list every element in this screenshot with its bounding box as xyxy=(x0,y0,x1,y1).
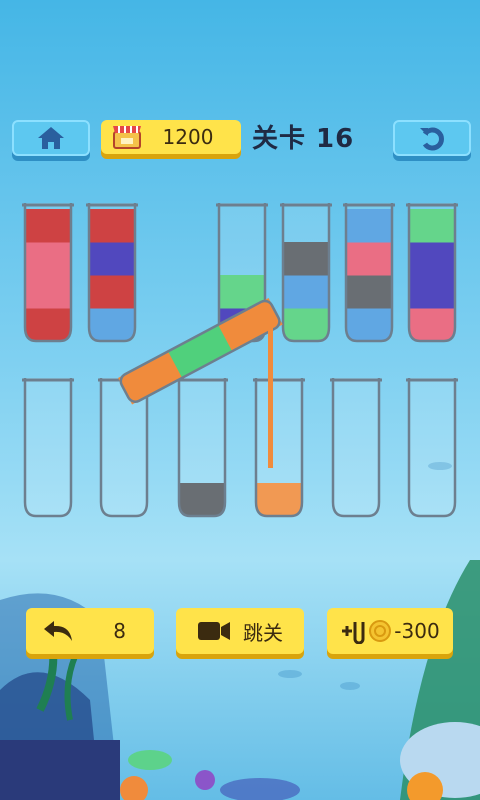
game-scene: 1200 关卡 16 8 跳关 -300 xyxy=(0,0,480,800)
pouring-tube[interactable] xyxy=(0,280,480,800)
skip-level-button[interactable]: 跳关 xyxy=(176,608,304,654)
coin-icon xyxy=(369,620,392,642)
skip-label: 跳关 xyxy=(243,620,283,645)
home-button[interactable] xyxy=(12,120,90,156)
add-tube-cost: -300 xyxy=(394,619,440,643)
pour-stream xyxy=(268,328,273,468)
coin-counter[interactable]: 1200 xyxy=(101,120,241,154)
add-tube-button[interactable]: -300 xyxy=(327,608,453,654)
video-icon xyxy=(198,622,230,640)
undo-count: 8 xyxy=(113,619,126,643)
restart-button[interactable] xyxy=(393,120,471,156)
home-icon xyxy=(38,127,64,149)
restart-icon xyxy=(420,127,444,151)
coin-amount: 1200 xyxy=(162,125,214,149)
add-tube-icon xyxy=(342,622,365,644)
shop-icon xyxy=(113,126,141,149)
undo-button[interactable]: 8 xyxy=(26,608,154,654)
undo-icon xyxy=(44,621,72,641)
level-title: 关卡 16 xyxy=(252,124,355,154)
